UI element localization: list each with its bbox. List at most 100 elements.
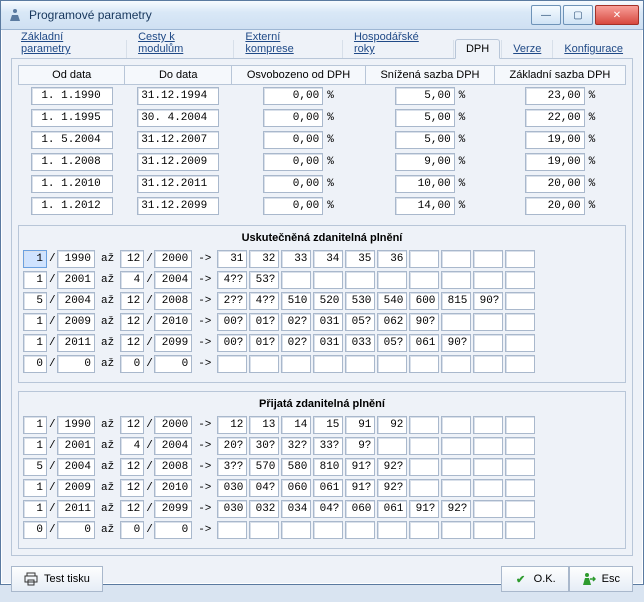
- od-data-field[interactable]: [31, 175, 113, 193]
- pri-month-to[interactable]: [120, 437, 144, 455]
- usk-year-from[interactable]: [57, 313, 95, 331]
- pri-code-field[interactable]: [281, 437, 311, 455]
- pri-code-field[interactable]: [377, 458, 407, 476]
- usk-code-field[interactable]: [441, 250, 471, 268]
- tab-externi-komprese[interactable]: Externí komprese: [235, 28, 341, 58]
- usk-month-to[interactable]: [120, 271, 144, 289]
- usk-code-field[interactable]: [345, 334, 375, 352]
- usk-month-to[interactable]: [120, 313, 144, 331]
- usk-code-field[interactable]: [505, 334, 535, 352]
- pri-code-field[interactable]: [249, 479, 279, 497]
- usk-code-field[interactable]: [473, 271, 503, 289]
- usk-year-from[interactable]: [57, 271, 95, 289]
- pri-code-field[interactable]: [441, 500, 471, 518]
- usk-year-to[interactable]: [154, 313, 192, 331]
- usk-code-field[interactable]: [441, 271, 471, 289]
- pri-code-field[interactable]: [505, 479, 535, 497]
- pri-code-field[interactable]: [409, 416, 439, 434]
- pri-code-field[interactable]: [473, 458, 503, 476]
- pri-code-field[interactable]: [473, 500, 503, 518]
- pri-year-to[interactable]: [154, 521, 192, 539]
- snizena-field[interactable]: [395, 131, 455, 149]
- usk-code-field[interactable]: [377, 313, 407, 331]
- pri-code-field[interactable]: [441, 521, 471, 539]
- usk-code-field[interactable]: [441, 334, 471, 352]
- pri-code-field[interactable]: [473, 416, 503, 434]
- pri-code-field[interactable]: [249, 458, 279, 476]
- do-data-field[interactable]: [137, 87, 219, 105]
- usk-code-field[interactable]: [281, 355, 311, 373]
- usk-code-field[interactable]: [281, 292, 311, 310]
- ok-button[interactable]: ✔ O.K.: [501, 566, 569, 592]
- pri-code-field[interactable]: [217, 458, 247, 476]
- osvobozeno-field[interactable]: [263, 131, 323, 149]
- tab-verze[interactable]: Verze: [503, 40, 551, 58]
- usk-code-field[interactable]: [409, 271, 439, 289]
- pri-code-field[interactable]: [409, 458, 439, 476]
- zakladni-field[interactable]: [525, 109, 585, 127]
- usk-year-to[interactable]: [154, 292, 192, 310]
- usk-code-field[interactable]: [281, 334, 311, 352]
- od-data-field[interactable]: [31, 197, 113, 215]
- pri-code-field[interactable]: [409, 521, 439, 539]
- pri-code-field[interactable]: [473, 521, 503, 539]
- usk-code-field[interactable]: [473, 334, 503, 352]
- pri-month-from[interactable]: [23, 521, 47, 539]
- usk-code-field[interactable]: [313, 271, 343, 289]
- usk-code-field[interactable]: [249, 250, 279, 268]
- pri-code-field[interactable]: [473, 437, 503, 455]
- pri-code-field[interactable]: [249, 500, 279, 518]
- do-data-field[interactable]: [137, 109, 219, 127]
- usk-code-field[interactable]: [409, 292, 439, 310]
- maximize-button[interactable]: ▢: [563, 5, 593, 25]
- pri-year-to[interactable]: [154, 416, 192, 434]
- usk-year-to[interactable]: [154, 355, 192, 373]
- pri-code-field[interactable]: [249, 521, 279, 539]
- pri-code-field[interactable]: [345, 500, 375, 518]
- pri-year-to[interactable]: [154, 500, 192, 518]
- zakladni-field[interactable]: [525, 175, 585, 193]
- usk-year-to[interactable]: [154, 271, 192, 289]
- zakladni-field[interactable]: [525, 197, 585, 215]
- usk-code-field[interactable]: [249, 313, 279, 331]
- zakladni-field[interactable]: [525, 131, 585, 149]
- usk-code-field[interactable]: [281, 250, 311, 268]
- usk-code-field[interactable]: [217, 334, 247, 352]
- usk-month-to[interactable]: [120, 355, 144, 373]
- usk-year-from[interactable]: [57, 250, 95, 268]
- od-data-field[interactable]: [31, 87, 113, 105]
- pri-year-from[interactable]: [57, 437, 95, 455]
- pri-code-field[interactable]: [441, 479, 471, 497]
- esc-button[interactable]: Esc: [569, 566, 633, 592]
- snizena-field[interactable]: [395, 109, 455, 127]
- pri-month-from[interactable]: [23, 416, 47, 434]
- pri-code-field[interactable]: [377, 479, 407, 497]
- usk-code-field[interactable]: [505, 355, 535, 373]
- usk-year-from[interactable]: [57, 334, 95, 352]
- usk-year-to[interactable]: [154, 334, 192, 352]
- usk-code-field[interactable]: [409, 355, 439, 373]
- pri-year-to[interactable]: [154, 458, 192, 476]
- osvobozeno-field[interactable]: [263, 175, 323, 193]
- pri-month-from[interactable]: [23, 437, 47, 455]
- do-data-field[interactable]: [137, 175, 219, 193]
- usk-code-field[interactable]: [409, 334, 439, 352]
- pri-code-field[interactable]: [345, 479, 375, 497]
- osvobozeno-field[interactable]: [263, 109, 323, 127]
- usk-code-field[interactable]: [249, 271, 279, 289]
- usk-code-field[interactable]: [441, 292, 471, 310]
- od-data-field[interactable]: [31, 109, 113, 127]
- snizena-field[interactable]: [395, 87, 455, 105]
- snizena-field[interactable]: [395, 175, 455, 193]
- usk-code-field[interactable]: [345, 250, 375, 268]
- pri-code-field[interactable]: [217, 500, 247, 518]
- pri-year-from[interactable]: [57, 521, 95, 539]
- usk-code-field[interactable]: [281, 313, 311, 331]
- usk-code-field[interactable]: [377, 334, 407, 352]
- usk-code-field[interactable]: [313, 313, 343, 331]
- usk-code-field[interactable]: [249, 334, 279, 352]
- pri-code-field[interactable]: [281, 479, 311, 497]
- usk-code-field[interactable]: [345, 313, 375, 331]
- osvobozeno-field[interactable]: [263, 197, 323, 215]
- usk-month-to[interactable]: [120, 250, 144, 268]
